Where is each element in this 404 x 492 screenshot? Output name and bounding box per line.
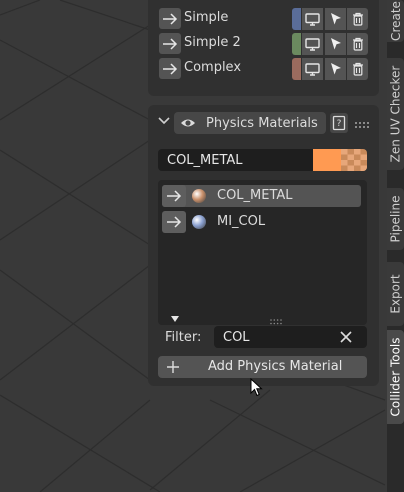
preset-visibility-button[interactable] bbox=[302, 58, 323, 80]
material-name: COL_METAL bbox=[217, 188, 293, 203]
material-color-swatch[interactable] bbox=[313, 149, 341, 171]
material-name: MI_COL bbox=[217, 214, 266, 229]
material-name-text: COL_METAL bbox=[167, 152, 243, 168]
panel-title-box[interactable]: Physics Materials bbox=[202, 112, 326, 134]
physics-materials-panel: Physics Materials ? COL_METAL COL_METAL … bbox=[148, 105, 379, 386]
list-item[interactable]: MI_COL bbox=[162, 211, 361, 233]
preset-label: Complex bbox=[184, 60, 242, 75]
panel-title: Physics Materials bbox=[206, 115, 318, 131]
material-preview-icon bbox=[192, 189, 206, 203]
apply-preset-button[interactable] bbox=[159, 58, 181, 79]
eye-icon bbox=[181, 119, 195, 127]
clear-filter-close-icon[interactable] bbox=[340, 331, 352, 343]
sidebar-tab-label: Export bbox=[388, 274, 403, 314]
trash-icon bbox=[352, 62, 363, 76]
list-item[interactable]: COL_METAL bbox=[162, 185, 361, 207]
preset-label: Simple bbox=[184, 10, 229, 25]
filter-label: Filter: bbox=[165, 330, 202, 345]
right-arrow-icon bbox=[163, 12, 178, 25]
filter-input-text: COL bbox=[223, 329, 250, 345]
cursor-icon bbox=[330, 63, 341, 75]
apply-preset-button[interactable] bbox=[159, 8, 181, 29]
preset-color-strip bbox=[292, 8, 301, 30]
preset-visibility-button[interactable] bbox=[302, 33, 323, 55]
preset-row: Simple bbox=[148, 8, 379, 30]
monitor-icon bbox=[305, 37, 320, 51]
sidebar-tab[interactable]: Pipeline bbox=[387, 188, 404, 250]
preset-label: Simple 2 bbox=[184, 35, 241, 50]
drag-handle-icon[interactable] bbox=[354, 118, 370, 128]
right-arrow-icon bbox=[167, 190, 182, 202]
sidebar-tab[interactable]: Create bbox=[387, 0, 404, 42]
help-book-icon: ? bbox=[332, 115, 346, 131]
plus-icon bbox=[167, 361, 179, 373]
list-resize-handle-icon[interactable] bbox=[270, 314, 282, 325]
preset-select-button[interactable] bbox=[325, 58, 346, 80]
material-name-field[interactable]: COL_METAL bbox=[158, 149, 313, 171]
monitor-icon bbox=[305, 62, 320, 76]
material-alpha-swatch[interactable] bbox=[341, 149, 367, 171]
right-arrow-icon bbox=[167, 216, 182, 228]
preset-select-button[interactable] bbox=[325, 33, 346, 55]
sidebar-tab-label: Collider Tools bbox=[388, 337, 403, 417]
sidebar-tab-label: Zen UV Checker bbox=[388, 65, 403, 163]
materials-list[interactable]: COL_METAL MI_COL bbox=[158, 180, 367, 325]
svg-text:?: ? bbox=[337, 119, 342, 129]
preset-delete-button[interactable] bbox=[347, 58, 368, 80]
preset-delete-button[interactable] bbox=[347, 8, 368, 30]
list-options-triangle-icon[interactable] bbox=[170, 312, 180, 322]
collapse-chevron-icon[interactable] bbox=[157, 114, 171, 128]
preset-visibility-button[interactable] bbox=[302, 8, 323, 30]
preset-color-strip bbox=[292, 33, 301, 55]
mouse-cursor-icon bbox=[250, 378, 263, 397]
sidebar-tabs: Create Zen UV Checker Pipeline Export Co… bbox=[387, 0, 404, 492]
preset-select-button[interactable] bbox=[325, 8, 346, 30]
preset-color-strip bbox=[292, 58, 301, 80]
sidebar-tab[interactable]: Zen UV Checker bbox=[387, 58, 404, 170]
sidebar-tab-label: Pipeline bbox=[388, 195, 403, 243]
sidebar-tab-label: Create bbox=[388, 1, 403, 41]
help-button[interactable]: ? bbox=[330, 113, 348, 133]
cursor-icon bbox=[330, 13, 341, 25]
preset-row: Simple 2 bbox=[148, 33, 379, 55]
add-physics-material-button[interactable]: Add Physics Material bbox=[158, 356, 367, 378]
right-arrow-icon bbox=[163, 62, 178, 75]
cursor-icon bbox=[330, 38, 341, 50]
sidebar-tab[interactable]: Export bbox=[387, 262, 404, 326]
right-arrow-icon bbox=[163, 37, 178, 50]
preset-row: Complex bbox=[148, 58, 379, 80]
assign-material-button[interactable] bbox=[162, 185, 186, 207]
trash-icon bbox=[352, 37, 363, 51]
add-button-label: Add Physics Material bbox=[208, 359, 343, 374]
sidebar-tab[interactable]: Collider Tools bbox=[387, 330, 404, 424]
preset-delete-button[interactable] bbox=[347, 33, 368, 55]
assign-material-button[interactable] bbox=[162, 211, 186, 233]
trash-icon bbox=[352, 12, 363, 26]
collision-presets-panel: Simple Simple 2 Complex bbox=[148, 0, 379, 96]
material-preview-icon bbox=[192, 215, 206, 229]
apply-preset-button[interactable] bbox=[159, 33, 181, 54]
visibility-toggle[interactable] bbox=[174, 112, 202, 134]
monitor-icon bbox=[305, 12, 320, 26]
